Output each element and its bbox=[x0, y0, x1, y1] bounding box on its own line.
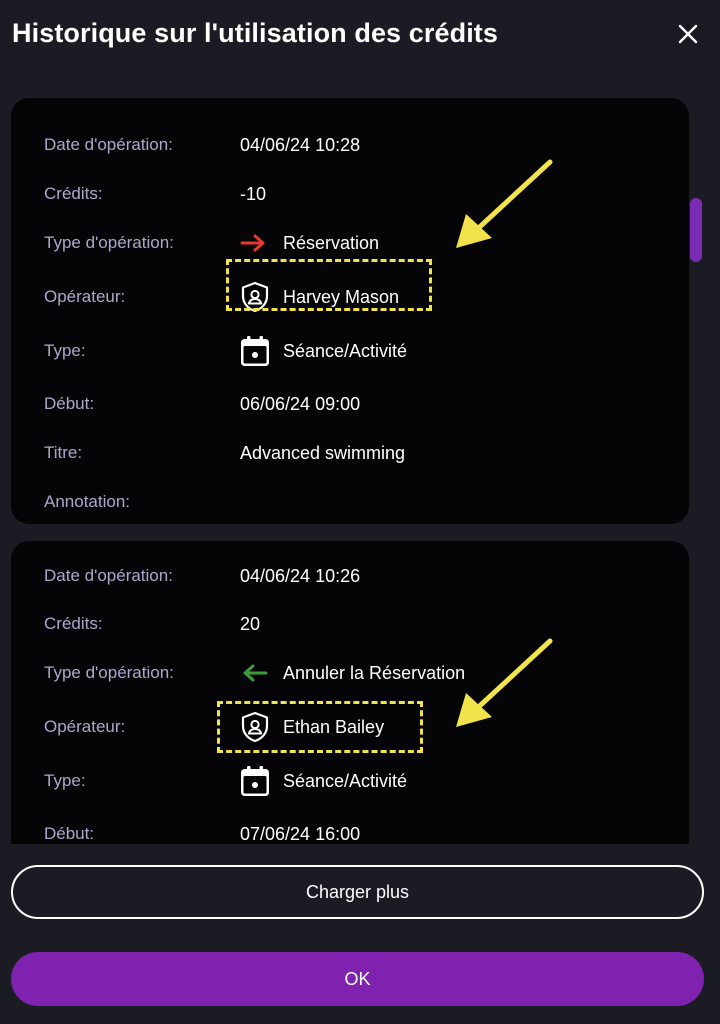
field-label: Opérateur: bbox=[44, 717, 126, 736]
row-title: Titre: Advanced swimming bbox=[44, 438, 684, 468]
field-label: Type d'opération: bbox=[44, 233, 174, 252]
annotation-arrow-icon bbox=[456, 638, 553, 727]
field-value: 06/06/24 09:00 bbox=[240, 394, 361, 414]
calendar-icon bbox=[240, 336, 272, 366]
field-value: 04/06/24 10:26 bbox=[240, 566, 361, 586]
field-value: 20 bbox=[240, 614, 261, 634]
field-label: Début: bbox=[44, 394, 95, 413]
scrollbar-thumb[interactable] bbox=[690, 198, 702, 262]
field-value: Réservation bbox=[240, 228, 379, 258]
row-credits: Crédits: 20 bbox=[44, 609, 684, 639]
field-label: Type d'opération: bbox=[44, 663, 174, 682]
field-value: -10 bbox=[240, 184, 267, 204]
annotation-arrow-icon bbox=[456, 159, 553, 248]
field-value: 04/06/24 10:28 bbox=[240, 135, 361, 155]
calendar-icon bbox=[240, 766, 272, 796]
operator-highlight-box bbox=[217, 701, 423, 753]
row-operation-date: Date d'opération: 04/06/24 10:28 bbox=[44, 130, 684, 160]
row-type: Type: Séance/Activité bbox=[44, 766, 684, 796]
field-label: Annotation: bbox=[44, 492, 131, 511]
field-label: Date d'opération: bbox=[44, 135, 173, 154]
field-label: Crédits: bbox=[44, 184, 103, 203]
field-value: Séance/Activité bbox=[240, 336, 407, 366]
field-label: Crédits: bbox=[44, 614, 103, 633]
row-credits: Crédits: -10 bbox=[44, 179, 684, 209]
field-label: Titre: bbox=[44, 443, 83, 462]
close-button[interactable] bbox=[672, 18, 704, 50]
row-operation-type: Type d'opération: Réservation bbox=[44, 228, 684, 258]
row-operation-type: Type d'opération: Annuler la Réservation bbox=[44, 658, 684, 688]
ok-button[interactable]: OK bbox=[11, 952, 704, 1006]
field-value: Annuler la Réservation bbox=[240, 658, 465, 688]
arrow-left-icon bbox=[240, 658, 272, 688]
field-label: Type: bbox=[44, 771, 86, 790]
close-icon bbox=[678, 24, 698, 44]
field-label: Date d'opération: bbox=[44, 566, 173, 585]
history-list[interactable]: Date d'opération: 04/06/24 10:28 Crédits… bbox=[0, 86, 720, 844]
dialog-title: Historique sur l'utilisation des crédits bbox=[12, 18, 499, 48]
row-start: Début: 06/06/24 09:00 bbox=[44, 389, 684, 419]
history-card: Date d'opération: 04/06/24 10:26 Crédits… bbox=[11, 541, 689, 844]
field-label: Début: bbox=[44, 824, 95, 843]
row-annotation: Annotation: bbox=[44, 487, 684, 517]
field-value: Advanced swimming bbox=[240, 443, 406, 463]
row-start: Début: 07/06/24 16:00 bbox=[44, 819, 684, 844]
load-more-button[interactable]: Charger plus bbox=[11, 865, 704, 919]
row-operation-date: Date d'opération: 04/06/24 10:26 bbox=[44, 561, 684, 591]
field-label: Type: bbox=[44, 341, 86, 360]
field-value: 07/06/24 16:00 bbox=[240, 824, 361, 844]
field-value: Séance/Activité bbox=[240, 766, 407, 796]
operator-highlight-box bbox=[226, 259, 432, 311]
row-type: Type: Séance/Activité bbox=[44, 336, 684, 366]
dialog-header: Historique sur l'utilisation des crédits bbox=[0, 0, 720, 72]
history-card: Date d'opération: 04/06/24 10:28 Crédits… bbox=[11, 98, 689, 524]
arrow-right-icon bbox=[240, 228, 272, 258]
field-label: Opérateur: bbox=[44, 287, 126, 306]
